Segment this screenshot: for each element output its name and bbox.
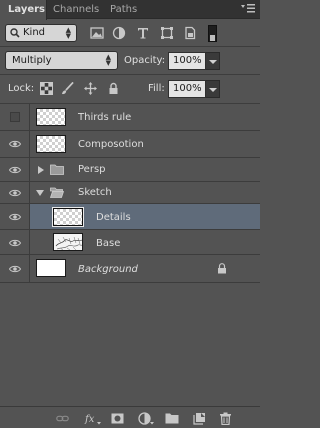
eye-icon[interactable]	[9, 265, 21, 273]
updown-icon: ▲ ▼	[65, 26, 71, 40]
smart-object-filter-icon[interactable]	[183, 26, 197, 40]
blend-mode-value: Multiply	[12, 55, 52, 66]
group-row-persp[interactable]: Persp	[0, 158, 260, 182]
opacity-label: Opacity:	[124, 55, 166, 66]
divider	[0, 46, 260, 47]
tab-layers[interactable]: Layers	[0, 0, 47, 20]
layer-name: Base	[96, 238, 121, 249]
tab-paths[interactable]: Paths	[110, 0, 146, 19]
filter-toggle-switch[interactable]	[208, 25, 217, 42]
visibility-column	[0, 182, 30, 203]
lock-transparent-pixels-icon[interactable]	[40, 82, 53, 95]
layer-thumbnail	[36, 108, 66, 126]
blend-row: Multiply ▲ ▼ Opacity: 100%	[0, 48, 260, 74]
divider	[0, 74, 260, 75]
layer-name: Sketch	[78, 187, 112, 198]
layer-thumbnail	[36, 259, 66, 277]
layer-row-composotion[interactable]: Composotion	[0, 131, 260, 158]
fill-field[interactable]: 100%	[168, 80, 206, 98]
filter-kind-select[interactable]: Kind ▲ ▼	[5, 24, 77, 42]
image-filter-icon[interactable]	[90, 26, 104, 40]
new-layer-icon[interactable]	[193, 412, 206, 425]
search-icon	[10, 28, 20, 38]
expand-arrow-icon[interactable]	[37, 166, 45, 174]
layer-thumbnail	[52, 207, 84, 227]
layers-bottom-toolbar: fx	[0, 406, 260, 428]
panel-tab-bar: Layers Channels Paths	[0, 0, 260, 20]
new-adjustment-layer-icon[interactable]	[138, 412, 154, 425]
shape-filter-icon[interactable]	[160, 26, 174, 40]
svg-text:fx: fx	[84, 414, 95, 425]
visibility-column	[0, 204, 30, 229]
lock-icon[interactable]	[217, 263, 227, 274]
lock-label: Lock:	[8, 83, 35, 94]
eye-icon[interactable]	[9, 166, 21, 174]
panel-menu-icon[interactable]	[240, 3, 256, 15]
filter-kind-label: Kind	[23, 27, 46, 38]
group-row-sketch[interactable]: Sketch	[0, 182, 260, 204]
layer-row-background[interactable]: Background	[0, 255, 260, 283]
adjustment-filter-icon[interactable]	[112, 26, 126, 40]
layer-name: Background	[78, 264, 138, 275]
eye-icon[interactable]	[9, 140, 21, 148]
add-layer-mask-icon[interactable]	[111, 412, 124, 425]
eye-icon[interactable]	[9, 213, 21, 221]
eye-icon[interactable]	[9, 189, 21, 197]
type-filter-icon[interactable]	[136, 26, 150, 40]
updown-icon: ▲ ▼	[105, 53, 111, 67]
layer-style-fx-icon[interactable]: fx	[84, 412, 102, 425]
layer-name: Composotion	[78, 139, 144, 150]
visibility-toggle-off[interactable]	[10, 112, 20, 122]
delete-layer-trash-icon[interactable]	[219, 412, 232, 425]
visibility-column	[0, 131, 30, 157]
layer-row-thirds-rule[interactable]: Thirds rule	[0, 104, 260, 131]
lock-all-icon[interactable]	[107, 82, 120, 95]
folder-icon	[50, 164, 64, 175]
fill-label: Fill:	[148, 83, 165, 94]
open-folder-icon	[50, 187, 64, 198]
opacity-dropdown-button[interactable]	[206, 52, 220, 70]
opacity-field[interactable]: 100%	[168, 52, 206, 70]
layer-name: Thirds rule	[78, 112, 132, 123]
visibility-column	[0, 158, 30, 181]
blend-mode-select[interactable]: Multiply ▲ ▼	[5, 51, 118, 70]
lock-row: Lock: Fill: 100%	[0, 76, 260, 102]
layer-name: Details	[96, 212, 131, 223]
new-group-folder-icon[interactable]	[165, 412, 179, 425]
layer-thumbnail	[36, 135, 66, 153]
eye-icon[interactable]	[9, 239, 21, 247]
tab-channels[interactable]: Channels	[53, 0, 103, 19]
layer-name: Persp	[78, 164, 106, 175]
lock-position-move-icon[interactable]	[84, 82, 97, 95]
lock-image-pixels-brush-icon[interactable]	[61, 82, 74, 95]
fill-dropdown-button[interactable]	[206, 80, 220, 98]
visibility-column	[0, 104, 30, 130]
visibility-column	[0, 255, 30, 282]
layer-row-details[interactable]: Details	[0, 204, 260, 230]
sketch-thumbnail	[53, 233, 83, 251]
collapse-arrow-icon[interactable]	[36, 189, 44, 197]
layer-filter-row: Kind ▲ ▼	[0, 21, 260, 46]
layer-row-base[interactable]: Base	[0, 230, 260, 255]
visibility-column	[0, 230, 30, 254]
link-layers-icon[interactable]	[56, 412, 69, 425]
